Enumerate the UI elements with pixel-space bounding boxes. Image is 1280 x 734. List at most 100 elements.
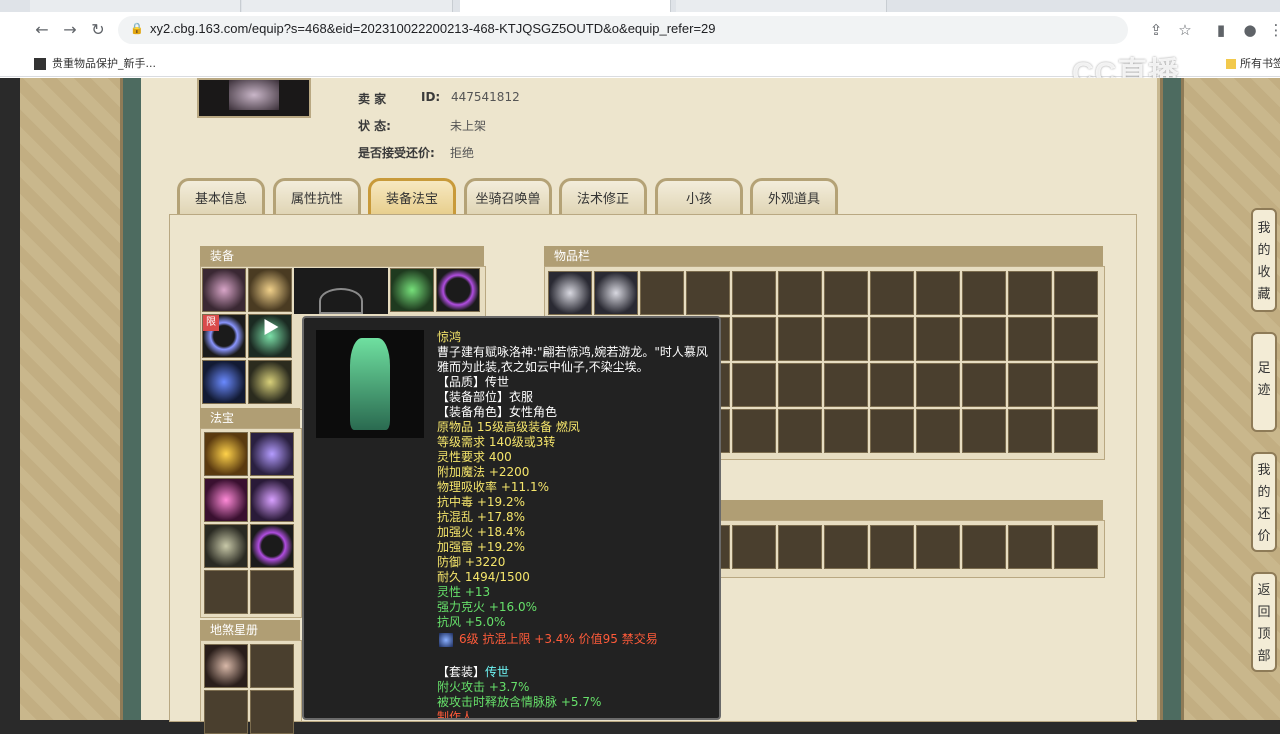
inventory-slot[interactable] <box>778 525 822 569</box>
inventory-slot[interactable] <box>916 363 960 407</box>
my-favorites-button[interactable]: 我的收藏 <box>1251 208 1277 312</box>
inventory-slot[interactable] <box>732 409 776 453</box>
browser-tab-active[interactable] <box>460 0 671 12</box>
inventory-slot[interactable] <box>732 271 776 315</box>
inventory-slot[interactable] <box>1008 271 1052 315</box>
fabao-slot[interactable] <box>204 570 248 614</box>
equip-slot[interactable] <box>390 268 434 312</box>
browser-tab[interactable] <box>676 0 887 12</box>
inventory-slot[interactable] <box>548 271 592 315</box>
tab-spell-fix[interactable]: 法术修正 <box>559 178 647 214</box>
back-icon[interactable]: ← <box>32 20 52 40</box>
inventory-slot[interactable] <box>870 525 914 569</box>
equip-slot[interactable]: 限 <box>202 314 246 358</box>
all-bookmarks[interactable]: 所有书签 <box>1226 55 1280 71</box>
weapon-slot[interactable] <box>294 268 388 314</box>
disha-slot[interactable] <box>250 644 294 688</box>
bookmark-item[interactable]: 贵重物品保护_新手... <box>34 55 156 71</box>
disha-slot[interactable] <box>204 644 248 688</box>
inventory-slot[interactable] <box>1054 409 1098 453</box>
tab-mounts[interactable]: 坐骑召唤兽 <box>464 178 552 214</box>
inventory-slot[interactable] <box>824 363 868 407</box>
equip-slot[interactable] <box>202 360 246 404</box>
menu-icon[interactable]: ⋮ <box>1266 20 1280 40</box>
inventory-slot[interactable] <box>916 271 960 315</box>
inventory-slot[interactable] <box>1054 363 1098 407</box>
star-icon[interactable]: ☆ <box>1175 20 1195 40</box>
fabao-item-icon <box>205 479 247 521</box>
disha-slot[interactable] <box>204 690 248 734</box>
tooltip-maker: 制作人 <box>437 710 474 720</box>
tab-child[interactable]: 小孩 <box>655 178 743 214</box>
inventory-slot[interactable] <box>1054 525 1098 569</box>
profile-icon[interactable]: ● <box>1240 20 1260 40</box>
back-to-top-button[interactable]: 返回顶部 <box>1251 572 1277 672</box>
inventory-slot[interactable] <box>1054 271 1098 315</box>
tooltip-green-stat: 灵性 +13 <box>437 585 491 599</box>
equipment-header: 装备 <box>200 246 484 266</box>
tab-basic-info[interactable]: 基本信息 <box>177 178 265 214</box>
inventory-slot[interactable] <box>962 525 1006 569</box>
inventory-slot[interactable] <box>732 363 776 407</box>
inventory-slot[interactable] <box>686 271 730 315</box>
tooltip-set-effect: 被攻击时释放含情脉脉 +5.7% <box>437 695 602 709</box>
inventory-slot[interactable] <box>870 409 914 453</box>
fabao-slot[interactable] <box>250 570 294 614</box>
inventory-slot[interactable] <box>962 409 1006 453</box>
share-icon[interactable]: ⇪ <box>1146 20 1166 40</box>
inventory-slot[interactable] <box>594 271 638 315</box>
inventory-slot[interactable] <box>916 317 960 361</box>
inventory-slot[interactable] <box>962 317 1006 361</box>
browser-tab[interactable] <box>242 0 453 12</box>
inventory-slot[interactable] <box>824 409 868 453</box>
inventory-slot[interactable] <box>916 525 960 569</box>
id-label: ID: <box>421 90 441 104</box>
tab-attributes[interactable]: 属性抗性 <box>273 178 361 214</box>
armor-figure-icon <box>350 338 390 430</box>
fabao-slot[interactable] <box>204 524 248 568</box>
browser-tab[interactable] <box>30 0 241 12</box>
inventory-slot[interactable] <box>1008 409 1052 453</box>
inventory-slot[interactable] <box>962 271 1006 315</box>
inventory-slot[interactable] <box>778 317 822 361</box>
url-text[interactable]: xy2.cbg.163.com/equip?s=468&eid=20231002… <box>150 21 716 36</box>
inventory-slot[interactable] <box>824 271 868 315</box>
inventory-slot[interactable] <box>870 317 914 361</box>
fabao-slot[interactable] <box>250 432 294 476</box>
inventory-slot[interactable] <box>1008 317 1052 361</box>
equip-slot[interactable] <box>436 268 480 312</box>
my-offers-button[interactable]: 我的还价 <box>1251 452 1277 552</box>
inventory-slot[interactable] <box>1008 525 1052 569</box>
tooltip-desc: 曹子建有赋咏洛神:"翩若惊鸿,婉若游龙。"时人慕风雅而为此装,衣之如云中仙子,不… <box>437 345 708 374</box>
fabao-slot[interactable] <box>204 432 248 476</box>
inventory-slot[interactable] <box>732 317 776 361</box>
inventory-slot[interactable] <box>778 271 822 315</box>
disha-slot[interactable] <box>250 690 294 734</box>
inventory-slot[interactable] <box>870 363 914 407</box>
reload-icon[interactable]: ↻ <box>88 20 108 40</box>
inventory-slot[interactable] <box>916 409 960 453</box>
side-char: 足 <box>1257 361 1271 376</box>
inventory-slot[interactable] <box>1008 363 1052 407</box>
inventory-slot[interactable] <box>640 271 684 315</box>
fabao-slot[interactable] <box>204 478 248 522</box>
inventory-slot[interactable] <box>778 363 822 407</box>
lock-icon[interactable]: 🔒 <box>130 22 144 35</box>
inventory-slot[interactable] <box>732 525 776 569</box>
history-button[interactable]: 足迹 <box>1251 332 1277 432</box>
inventory-slot[interactable] <box>824 317 868 361</box>
tab-equipment[interactable]: 装备法宝 <box>368 178 456 214</box>
equip-slot[interactable] <box>248 360 292 404</box>
inventory-slot[interactable] <box>824 525 868 569</box>
inventory-slot[interactable] <box>778 409 822 453</box>
inventory-slot[interactable] <box>1054 317 1098 361</box>
forward-icon[interactable]: → <box>60 20 80 40</box>
fabao-slot[interactable] <box>250 478 294 522</box>
equip-slot[interactable] <box>202 268 246 312</box>
equip-slot[interactable] <box>248 268 292 312</box>
inventory-slot[interactable] <box>870 271 914 315</box>
inventory-slot[interactable] <box>962 363 1006 407</box>
tab-appearance[interactable]: 外观道具 <box>750 178 838 214</box>
fabao-slot[interactable] <box>250 524 294 568</box>
sidepanel-icon[interactable]: ▮ <box>1211 20 1231 40</box>
